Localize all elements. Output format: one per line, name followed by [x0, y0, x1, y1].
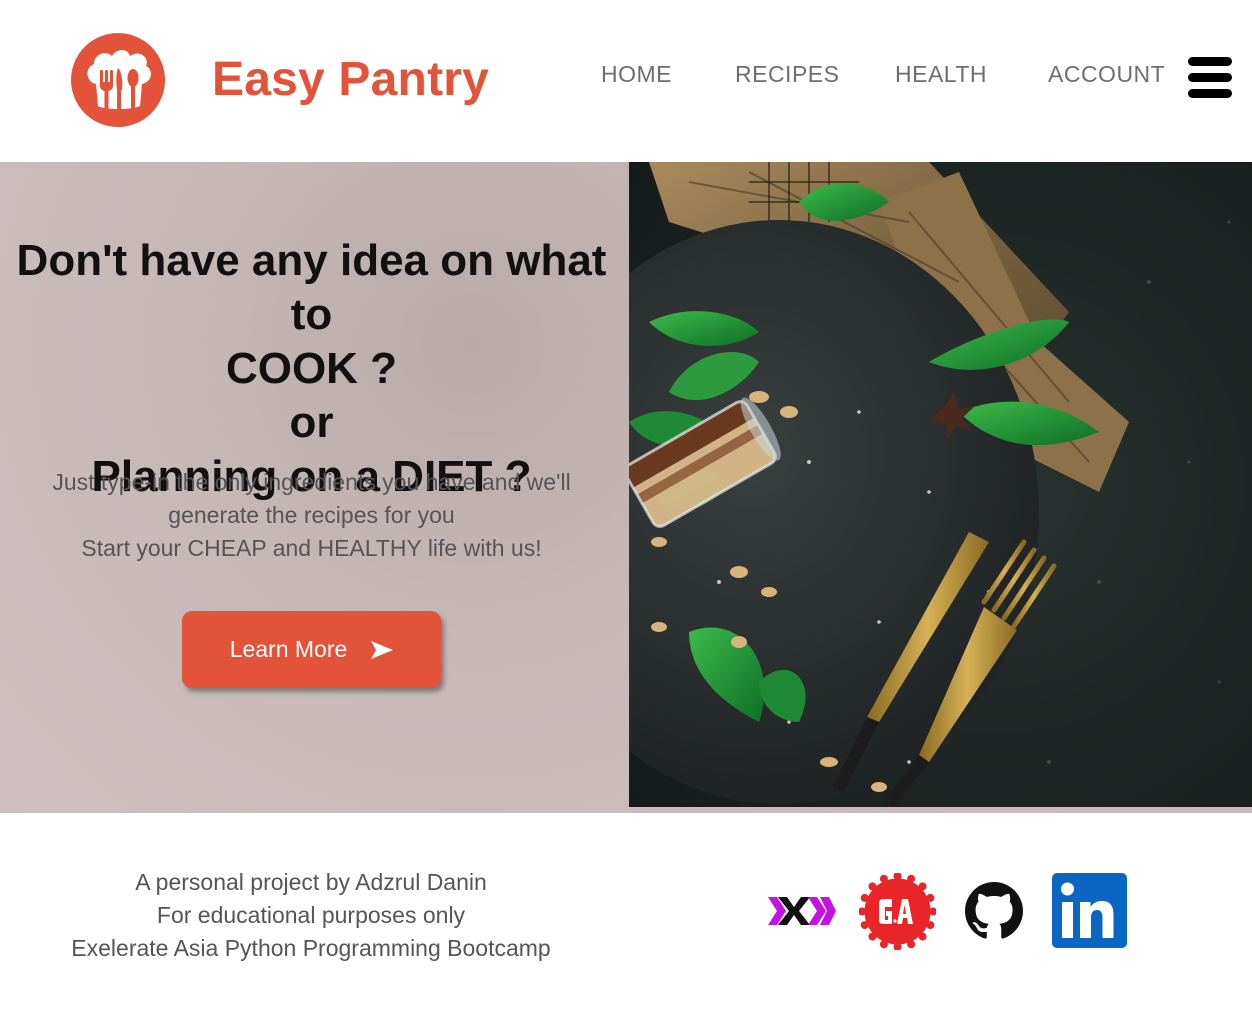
brand-name[interactable]: Easy Pantry — [212, 52, 489, 107]
arrow-right-icon — [371, 640, 394, 659]
hero-headline: Don't have any idea on what to COOK ? or… — [0, 234, 623, 504]
subtext-line: Just type-in the only ingredients you ha… — [52, 469, 571, 495]
headline-line: or — [289, 398, 334, 447]
menu-bar — [1188, 89, 1232, 98]
linkedin-icon[interactable] — [1052, 873, 1127, 948]
subtext-line: Start your CHEAP and HEALTHY life with u… — [81, 535, 542, 561]
food-on-slate-board-photo — [629, 162, 1252, 807]
footer-line: Exelerate Asia Python Programming Bootca… — [71, 935, 551, 961]
nav-health[interactable]: HEALTH — [895, 61, 987, 88]
nav-account[interactable]: ACCOUNT — [1048, 61, 1165, 88]
github-icon[interactable] — [965, 882, 1023, 940]
subtext-line: generate the recipes for you — [168, 502, 455, 528]
site-header: Easy Pantry HOME RECIPES HEALTH ACCOUNT — [0, 0, 1252, 162]
chef-hat-utensils-icon[interactable] — [70, 32, 166, 128]
footer-line: A personal project by Adzrul Danin — [135, 869, 487, 895]
headline-line: Don't have any idea on what to — [16, 236, 607, 339]
nav-home[interactable]: HOME — [601, 61, 672, 88]
headline-line: COOK ? — [225, 344, 398, 393]
menu-bar — [1188, 73, 1232, 82]
exelerate-icon[interactable] — [768, 893, 836, 929]
menu-bar — [1188, 57, 1232, 66]
footer-line: For educational purposes only — [156, 902, 466, 928]
hero-subtext: Just type-in the only ingredients you ha… — [0, 466, 623, 565]
learn-more-button[interactable]: Learn More — [182, 611, 441, 688]
hero-text-panel: Don't have any idea on what to COOK ? or… — [0, 162, 629, 813]
nav-recipes[interactable]: RECIPES — [735, 61, 839, 88]
learn-more-label: Learn More — [229, 636, 348, 662]
hero-section: Don't have any idea on what to COOK ? or… — [0, 162, 1252, 813]
footer-credits: A personal project by Adzrul Danin For e… — [0, 866, 622, 965]
hamburger-menu-icon[interactable] — [1188, 57, 1234, 105]
general-assembly-icon[interactable] — [859, 873, 936, 950]
